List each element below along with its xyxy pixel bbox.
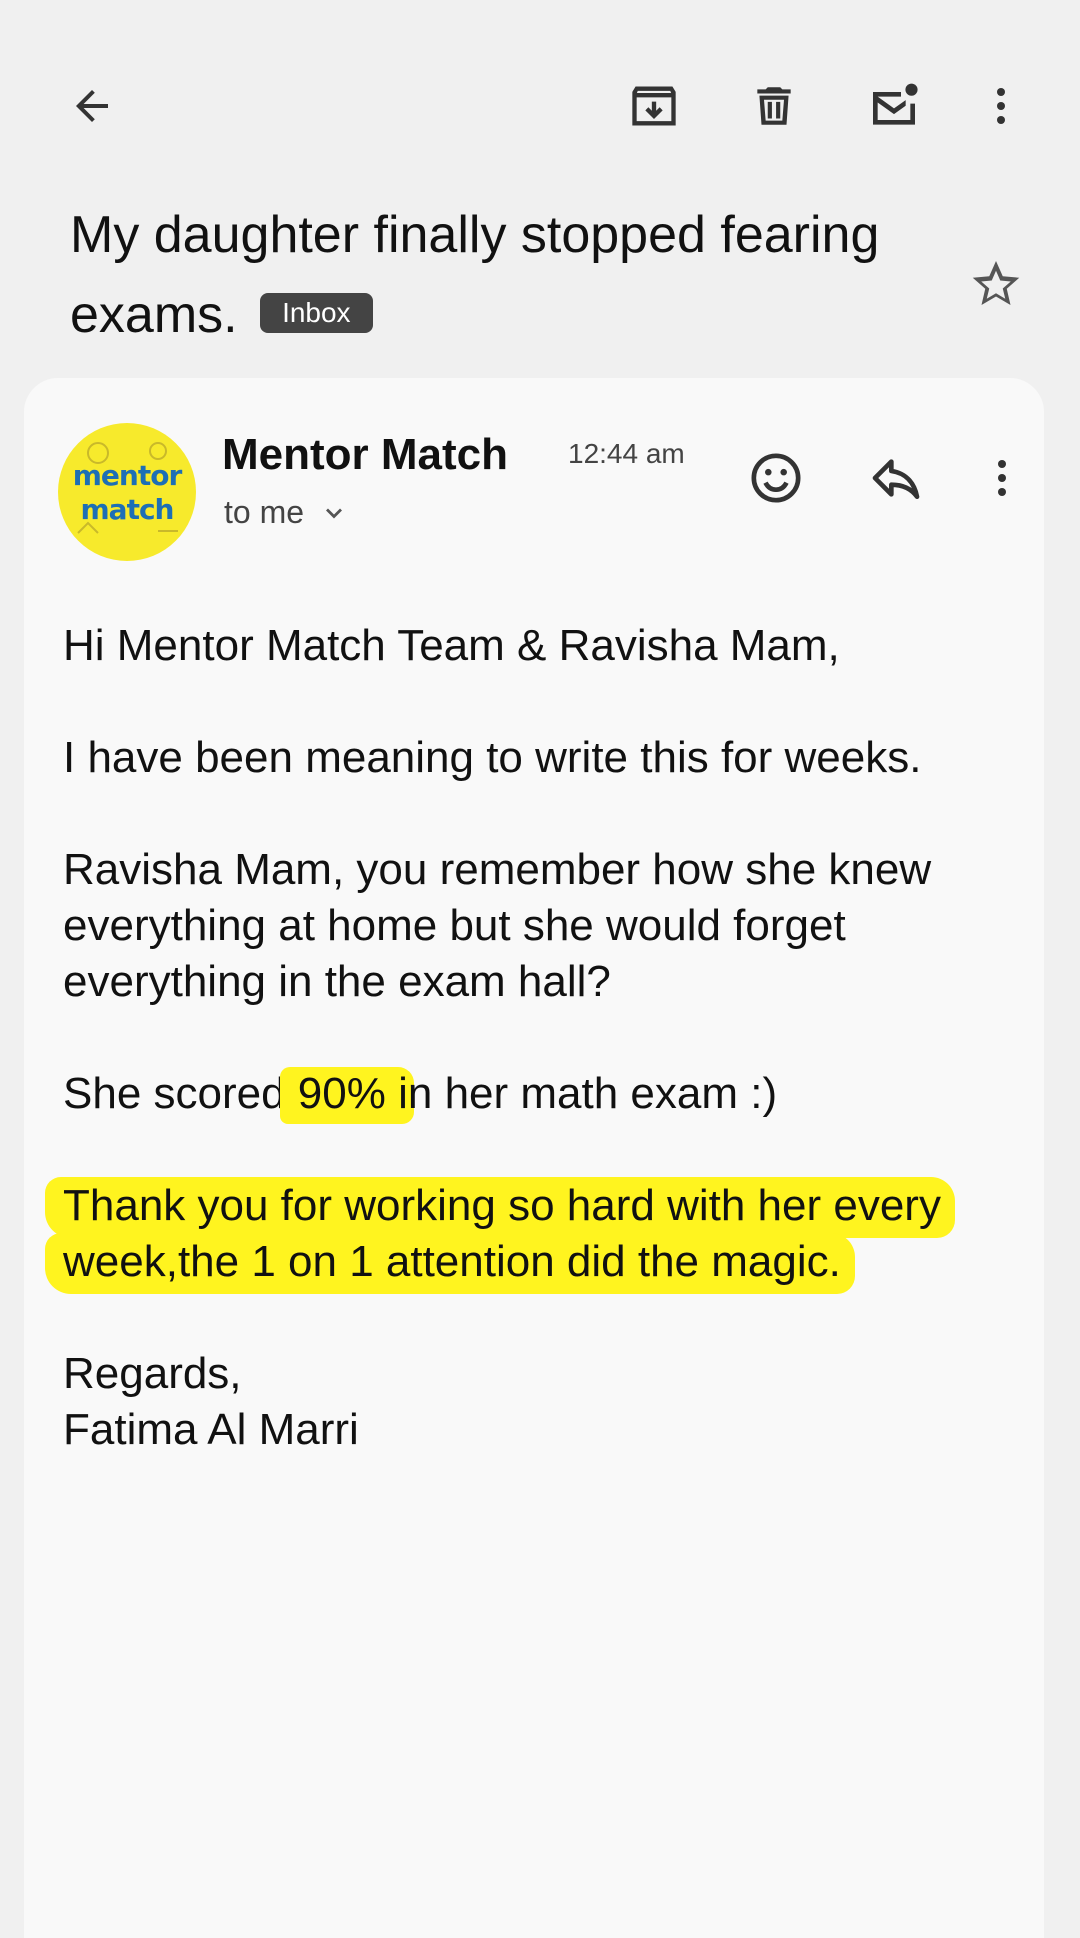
body-paragraph-4: Thank you for working so hard with her e…	[45, 1177, 1013, 1294]
more-vert-icon[interactable]	[973, 78, 1029, 134]
p3-before: She scored	[63, 1069, 286, 1118]
emoji-react-icon[interactable]	[746, 448, 806, 508]
avatar-text-mentor: mentor	[72, 459, 183, 492]
highlighted-thanks: Thank you for working so hard with her e…	[45, 1177, 955, 1294]
signoff-text: Regards,	[63, 1349, 242, 1398]
mark-unread-icon[interactable]	[866, 78, 922, 134]
message-body: Hi Mentor Match Team & Ravisha Mam, I ha…	[45, 618, 1013, 1458]
chevron-down-icon	[326, 508, 343, 518]
reply-icon[interactable]	[866, 448, 926, 508]
email-subject: My daughter finally stopped fearing exam…	[70, 195, 950, 355]
trash-icon[interactable]	[746, 78, 802, 134]
message-time: 12:44 am	[568, 438, 685, 469]
p3-after: n her math exam :)	[407, 1069, 778, 1118]
signature-text: Fatima Al Marri	[63, 1405, 359, 1454]
body-paragraph-1: I have been meaning to write this for we…	[63, 733, 922, 782]
avatar-doodles	[77, 442, 178, 534]
subject-text: My daughter finally stopped fearing exam…	[70, 206, 880, 344]
message-card: mentor match Mentor Match 12:44 am to me…	[24, 378, 1044, 1938]
subject-area: My daughter finally stopped fearing exam…	[70, 195, 950, 355]
top-toolbar	[0, 0, 1080, 200]
body-paragraph-2: Ravisha Mam, you remember how she knew e…	[63, 845, 932, 1006]
inbox-label-badge[interactable]: Inbox	[260, 293, 373, 333]
recipient-details-toggle[interactable]: to me	[224, 494, 348, 531]
archive-icon[interactable]	[626, 78, 682, 134]
sender-avatar[interactable]: mentor match	[58, 423, 196, 561]
body-paragraph-3: She scored 90% in her math exam :)	[63, 1066, 1013, 1124]
message-more-icon[interactable]	[972, 448, 1032, 508]
star-icon[interactable]	[966, 254, 1026, 314]
body-greeting: Hi Mentor Match Team & Ravisha Mam,	[63, 621, 840, 670]
highlighted-score: 90% i	[279, 1067, 414, 1124]
body-signoff: Regards, Fatima Al Marri	[63, 1346, 1013, 1458]
recipient-label: to me	[224, 494, 305, 530]
avatar-text-match: match	[80, 493, 175, 526]
sender-name[interactable]: Mentor Match	[222, 430, 508, 480]
back-arrow-icon[interactable]	[64, 78, 120, 134]
